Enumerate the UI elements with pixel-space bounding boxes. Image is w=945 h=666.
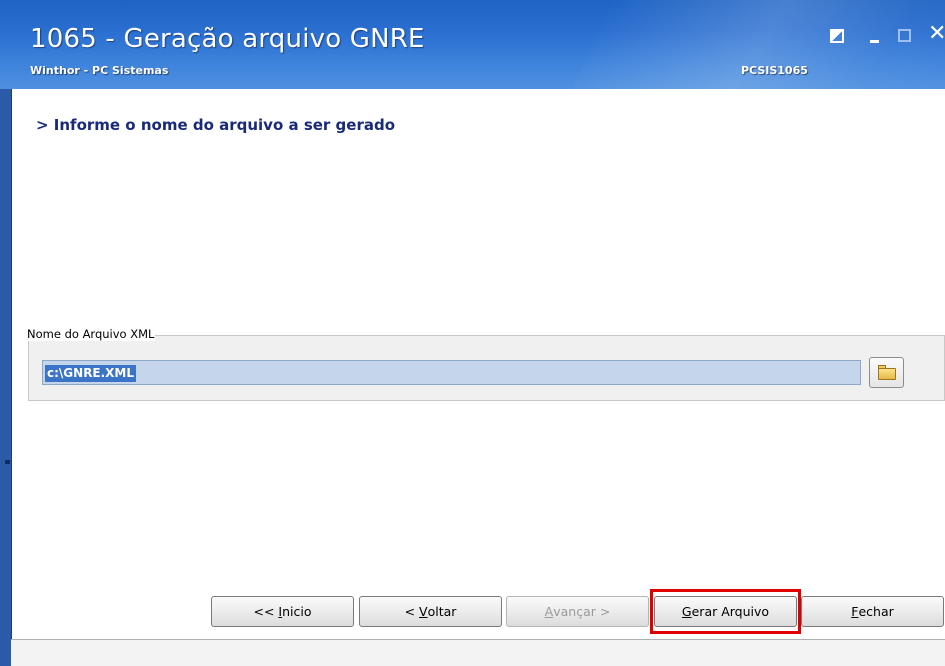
inicio-label: nicio xyxy=(282,604,312,619)
avancar-label: vançar > xyxy=(553,604,611,619)
fechar-mnemonic: F xyxy=(851,604,859,619)
voltar-mnemonic: V xyxy=(419,604,428,619)
folder-icon-body xyxy=(878,368,896,380)
instruction-text: > Informe o nome do arquivo a ser gerado xyxy=(36,116,396,134)
xml-file-path-value: c:\GNRE.XML xyxy=(45,365,137,382)
gerar-mnemonic: G xyxy=(681,604,692,619)
routine-code: PCSIS1065 xyxy=(741,64,808,77)
minimize-icon[interactable] xyxy=(870,40,879,43)
inicio-button[interactable]: << Inicio xyxy=(211,596,354,627)
window-subtitle: Winthor - PC Sistemas xyxy=(30,64,169,77)
wizard-panel: > Informe o nome do arquivo a ser gerado… xyxy=(11,89,945,639)
voltar-button[interactable]: < Voltar xyxy=(359,596,502,627)
avancar-mnemonic: A xyxy=(544,604,554,619)
fechar-label: echar xyxy=(858,604,894,619)
avancar-button[interactable]: Avançar > xyxy=(506,596,649,627)
voltar-label: oltar xyxy=(427,604,457,619)
file-group-label: Nome do Arquivo XML xyxy=(26,327,156,341)
gerar-arquivo-button[interactable]: Gerar Arquivo xyxy=(654,596,797,627)
close-icon[interactable]: ✕ xyxy=(928,23,945,45)
status-bar xyxy=(11,639,945,666)
inicio-prefix: << xyxy=(253,604,279,619)
maximize-icon[interactable] xyxy=(898,29,911,42)
title-bar[interactable]: 1065 - Geração arquivo GNRE Winthor - PC… xyxy=(0,0,945,89)
xml-file-path-input[interactable]: c:\GNRE.XML xyxy=(42,360,861,385)
app-window: 1065 - Geração arquivo GNRE Winthor - PC… xyxy=(0,0,945,666)
restore-icon[interactable] xyxy=(830,29,844,43)
voltar-prefix: < xyxy=(404,604,420,619)
window-title: 1065 - Geração arquivo GNRE xyxy=(30,24,425,54)
fechar-button[interactable]: Fechar xyxy=(801,596,944,627)
window-edge-marker xyxy=(5,460,10,464)
gerar-label: erar Arquivo xyxy=(691,604,770,619)
browse-file-button[interactable] xyxy=(869,357,904,388)
